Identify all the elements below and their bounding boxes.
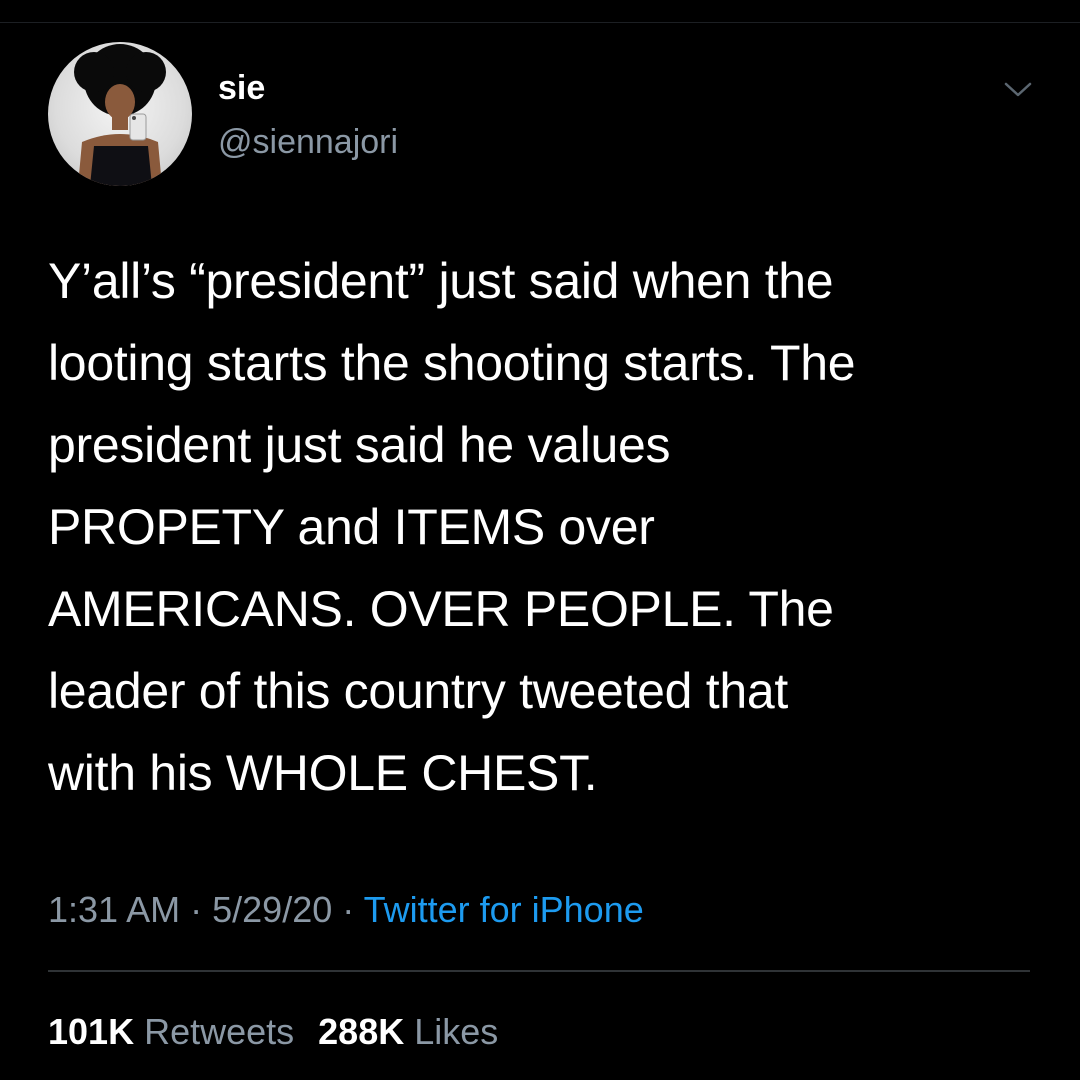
display-name[interactable]: sie [218, 68, 265, 108]
user-handle[interactable]: @siennajori [218, 122, 398, 162]
tweet-date[interactable]: 5/29/20 [212, 889, 332, 930]
profile-photo-icon [74, 44, 166, 186]
tweet-time[interactable]: 1:31 AM [48, 889, 180, 930]
tweet-text: Y’all’s “president” just said when the l… [48, 253, 856, 801]
retweets-label: Retweets [144, 1011, 295, 1052]
likes-stat[interactable]: 288K Likes [318, 1011, 498, 1052]
meta-separator: · [190, 889, 203, 930]
avatar[interactable] [48, 42, 192, 186]
retweets-count: 101K [48, 1011, 135, 1052]
stats-divider [48, 970, 1030, 972]
likes-label: Likes [414, 1011, 499, 1052]
retweets-stat[interactable]: 101K Retweets [48, 1011, 294, 1052]
tweet-source-link[interactable]: Twitter for iPhone [364, 889, 644, 930]
tweet-meta: 1:31 AM · 5/29/20 · Twitter for iPhone [48, 888, 644, 932]
tweet-menu-button[interactable] [1000, 78, 1036, 102]
chevron-down-icon [1004, 82, 1032, 97]
likes-count: 288K [318, 1011, 405, 1052]
tweet-stats: 101K Retweets 288K Likes [48, 1010, 498, 1054]
meta-separator: · [342, 889, 355, 930]
top-divider [0, 22, 1080, 23]
